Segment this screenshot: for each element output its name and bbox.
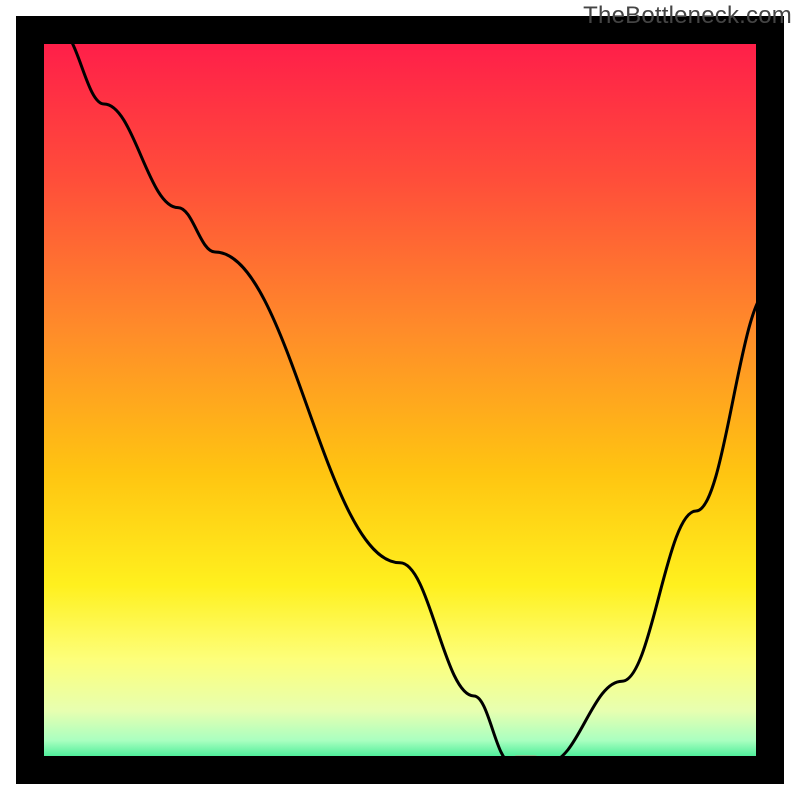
plot-background (30, 30, 770, 770)
watermark-text: TheBottleneck.com (583, 2, 792, 30)
chart-container: TheBottleneck.com (0, 0, 800, 800)
bottleneck-chart (0, 0, 800, 800)
